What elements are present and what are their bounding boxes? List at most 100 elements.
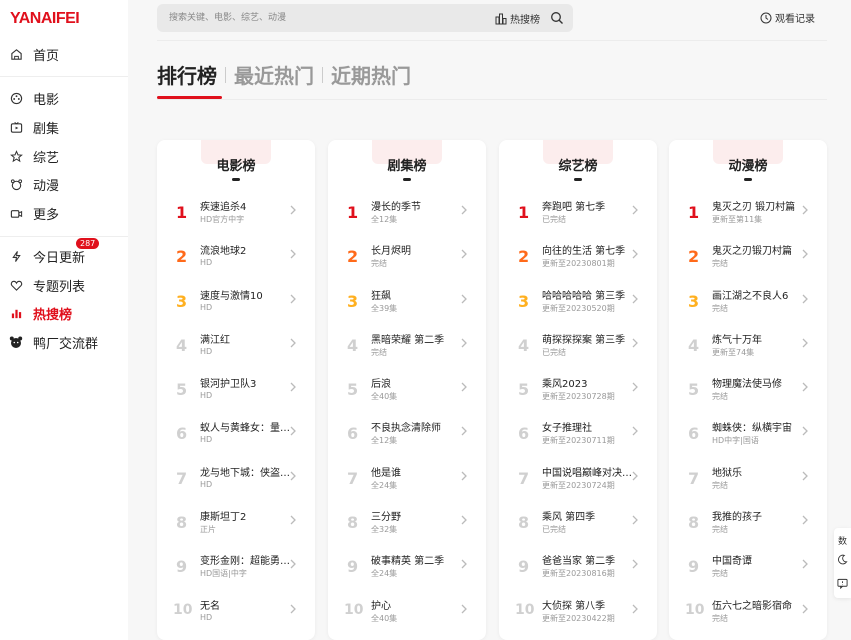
nav-item-hot-rank[interactable]: 热搜榜 [0, 299, 128, 327]
rank-title[interactable]: 他是谁 [371, 464, 467, 479]
nav-item-community[interactable]: 鸭厂交流群 [0, 328, 128, 356]
rank-title[interactable]: 中国奇谭 [712, 552, 808, 567]
rank-item[interactable]: 7 中国说唱巅峰对决20... 更新至20230724期 [499, 457, 657, 501]
rank-title[interactable]: 乘风 第四季 [542, 508, 638, 523]
rank-title[interactable]: 长月烬明 [371, 242, 467, 257]
rank-title[interactable]: 中国说唱巅峰对决20... [542, 464, 638, 479]
rank-item[interactable]: 2 流浪地球2 HD [157, 235, 315, 279]
rank-item[interactable]: 1 奔跑吧 第七季 已完结 [499, 191, 657, 235]
rank-title[interactable]: 速度与激情10 [200, 287, 296, 302]
rank-title[interactable]: 黑暗荣耀 第二季 [371, 331, 467, 346]
rank-item[interactable]: 4 萌探探探案 第三季 已完结 [499, 324, 657, 368]
rank-item[interactable]: 4 炼气十万年 更新至74集 [669, 324, 827, 368]
message-icon[interactable] [837, 578, 848, 589]
rank-title[interactable]: 哈哈哈哈哈 第三季 [542, 287, 638, 302]
nav-item-home[interactable]: 首页 [0, 40, 128, 68]
rank-title[interactable]: 不良执念清除师 [371, 419, 467, 434]
rank-title[interactable]: 炼气十万年 [712, 331, 808, 346]
rank-item[interactable]: 8 三分野 全32集 [328, 501, 486, 545]
rank-item[interactable]: 3 速度与激情10 HD [157, 280, 315, 324]
rank-item[interactable]: 8 康斯坦丁2 正片 [157, 501, 315, 545]
rank-item[interactable]: 8 我推的孩子 完结 [669, 501, 827, 545]
rank-item[interactable]: 6 女子推理社 更新至20230711期 [499, 412, 657, 456]
rank-item[interactable]: 1 漫长的季节 全12集 [328, 191, 486, 235]
rank-item[interactable]: 5 物理魔法使马修 完结 [669, 368, 827, 412]
rank-title[interactable]: 向往的生活 第七季 [542, 242, 638, 257]
rank-item[interactable]: 10 大侦探 第八季 更新至20230422期 [499, 590, 657, 634]
rank-item[interactable]: 2 鬼灭之刃锻刀村篇 完结 [669, 235, 827, 279]
rank-title[interactable]: 后浪 [371, 375, 467, 390]
rank-item[interactable]: 9 变形金刚：超能勇士... HD国语|中字 [157, 545, 315, 589]
rank-item[interactable]: 6 不良执念清除师 全12集 [328, 412, 486, 456]
search-input[interactable] [169, 4, 469, 32]
rank-item[interactable]: 1 鬼灭之刃 锻刀村篇 更新至第11集 [669, 191, 827, 235]
rank-item[interactable]: 10 伍六七之暗影宿命 完结 [669, 590, 827, 634]
rank-item[interactable]: 2 长月烬明 完结 [328, 235, 486, 279]
rank-item[interactable]: 10 无名 HD [157, 590, 315, 634]
rank-title[interactable]: 狂飙 [371, 287, 467, 302]
site-logo[interactable]: YANAIFEI [10, 10, 80, 28]
rank-item[interactable]: 7 地狱乐 完结 [669, 457, 827, 501]
rank-title[interactable]: 蚁人与黄蜂女：量子... [200, 419, 296, 434]
rank-title[interactable]: 地狱乐 [712, 464, 808, 479]
rank-title[interactable]: 我推的孩子 [712, 508, 808, 523]
rank-item[interactable]: 10 护心 全40集 [328, 590, 486, 634]
rank-title[interactable]: 伍六七之暗影宿命 [712, 597, 808, 612]
nav-item-topics[interactable]: 专题列表 [0, 271, 128, 299]
rank-title[interactable]: 破事精英 第二季 [371, 552, 467, 567]
rank-item[interactable]: 9 中国奇谭 完结 [669, 545, 827, 589]
nav-item-movie[interactable]: 电影 [0, 84, 128, 112]
rank-title[interactable]: 大侦探 第八季 [542, 597, 638, 612]
rank-title[interactable]: 漫长的季节 [371, 198, 467, 213]
rank-title[interactable]: 鬼灭之刃 锻刀村篇 [712, 198, 808, 213]
rank-item[interactable]: 7 龙与地下城：侠盗荣耀 HD [157, 457, 315, 501]
rank-item[interactable]: 4 满江红 HD [157, 324, 315, 368]
rank-item[interactable]: 3 哈哈哈哈哈 第三季 更新至20230520期 [499, 280, 657, 324]
tab-recent-hot[interactable]: 最近热门 [234, 60, 314, 89]
tab-period-hot[interactable]: 近期热门 [331, 60, 411, 89]
rank-item[interactable]: 6 蚁人与黄蜂女：量子... HD [157, 412, 315, 456]
hot-search-button[interactable]: 热搜榜 [495, 11, 540, 26]
rank-item[interactable]: 5 后浪 全40集 [328, 368, 486, 412]
rank-item[interactable]: 5 乘风2023 更新至20230728期 [499, 368, 657, 412]
watch-history-button[interactable]: 观看记录 [760, 10, 815, 25]
rank-title[interactable]: 爸爸当家 第二季 [542, 552, 638, 567]
tab-ranking[interactable]: 排行榜 [157, 60, 217, 89]
rank-item[interactable]: 9 爸爸当家 第二季 更新至20230816期 [499, 545, 657, 589]
rank-title[interactable]: 女子推理社 [542, 419, 638, 434]
rank-title[interactable]: 画江湖之不良人6 [712, 287, 808, 302]
rank-title[interactable]: 奔跑吧 第七季 [542, 198, 638, 213]
rank-title[interactable]: 疾速追杀4 [200, 198, 296, 213]
rank-title[interactable]: 银河护卫队3 [200, 375, 296, 390]
moon-icon[interactable] [837, 554, 848, 565]
rank-item[interactable]: 7 他是谁 全24集 [328, 457, 486, 501]
nav-item-series[interactable]: 剧集 [0, 113, 128, 141]
rank-title[interactable]: 满江红 [200, 331, 296, 346]
nav-item-variety[interactable]: 综艺 [0, 142, 128, 170]
rank-title[interactable]: 流浪地球2 [200, 242, 296, 257]
rank-title[interactable]: 康斯坦丁2 [200, 508, 296, 523]
nav-item-anime[interactable]: 动漫 [0, 170, 128, 198]
rank-title[interactable]: 三分野 [371, 508, 467, 523]
rank-item[interactable]: 3 狂飙 全39集 [328, 280, 486, 324]
nav-item-more[interactable]: 更多 [0, 199, 128, 227]
rank-title[interactable]: 鬼灭之刃锻刀村篇 [712, 242, 808, 257]
rank-item[interactable]: 2 向往的生活 第七季 更新至20230801期 [499, 235, 657, 279]
rank-title[interactable]: 乘风2023 [542, 375, 638, 390]
rank-title[interactable]: 萌探探探案 第三季 [542, 331, 638, 346]
rank-title[interactable]: 蜘蛛侠：纵横宇宙 [712, 419, 808, 434]
rank-title[interactable]: 物理魔法使马修 [712, 375, 808, 390]
rank-item[interactable]: 5 银河护卫队3 HD [157, 368, 315, 412]
search-icon[interactable] [550, 10, 564, 29]
rank-item[interactable]: 1 疾速追杀4 HD官方中字 [157, 191, 315, 235]
rank-item[interactable]: 4 黑暗荣耀 第二季 完结 [328, 324, 486, 368]
rank-title[interactable]: 无名 [200, 597, 296, 612]
nav-item-today-update[interactable]: 今日更新 287 [0, 238, 128, 270]
rank-item[interactable]: 9 破事精英 第二季 全24集 [328, 545, 486, 589]
rank-item[interactable]: 6 蜘蛛侠：纵横宇宙 HD中字|国语 [669, 412, 827, 456]
rank-item[interactable]: 3 画江湖之不良人6 完结 [669, 280, 827, 324]
rank-title[interactable]: 护心 [371, 597, 467, 612]
rank-item[interactable]: 8 乘风 第四季 已完结 [499, 501, 657, 545]
rank-title[interactable]: 龙与地下城：侠盗荣耀 [200, 464, 296, 479]
rank-title[interactable]: 变形金刚：超能勇士... [200, 552, 296, 567]
